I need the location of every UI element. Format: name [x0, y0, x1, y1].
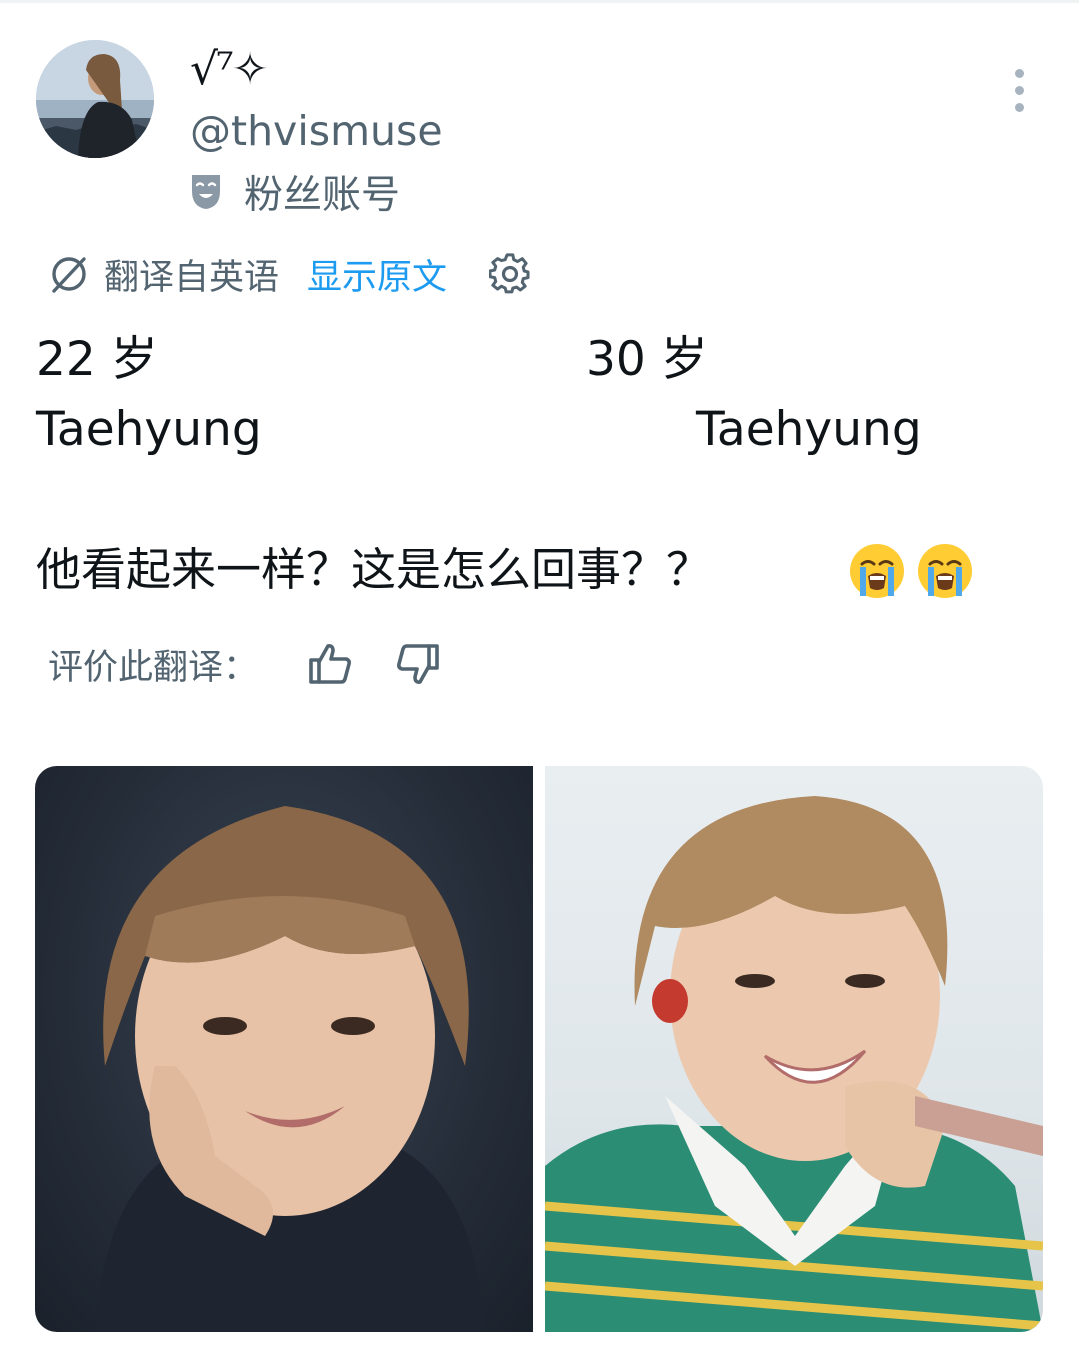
settings-gear-icon[interactable]: [489, 253, 531, 295]
emoji-group: [846, 540, 976, 602]
translated-from-label: 翻译自英语: [104, 257, 280, 298]
tweet-photo-left[interactable]: [35, 766, 533, 1332]
more-options-icon[interactable]: [998, 62, 1040, 118]
author-avatar[interactable]: [36, 40, 154, 158]
tweet-text-name-left: Taehyung: [36, 402, 262, 457]
loudly-crying-face-icon: [850, 544, 904, 598]
thumbs-down-icon[interactable]: [396, 642, 440, 686]
top-divider: [0, 0, 1079, 3]
tweet-text-age-right: 30 岁: [586, 332, 708, 387]
fan-account-badge: 粉丝账号: [190, 166, 400, 218]
tweet-text-question: 他看起来一样？这是怎么回事？？: [36, 543, 712, 596]
tweet-text-name-right: Taehyung: [696, 402, 922, 457]
author-handle[interactable]: @thvismuse: [190, 105, 443, 157]
translate-icon: [52, 257, 86, 293]
tweet-detail: √⁷✧ @thvismuse 粉丝账号 翻译自英语 显示原文 22 岁 30 岁…: [0, 0, 1079, 1360]
rate-translation-row: 评价此翻译：: [48, 636, 440, 692]
tweet-photo-right[interactable]: [545, 766, 1043, 1332]
translation-bar: 翻译自英语 显示原文: [48, 246, 531, 302]
fan-account-label: 粉丝账号: [244, 173, 401, 218]
show-original-link[interactable]: 显示原文: [307, 249, 447, 300]
tweet-text-age-left: 22 岁: [36, 332, 158, 387]
rate-translation-label: 评价此翻译：: [48, 647, 259, 688]
fan-account-mask-icon: [192, 175, 220, 209]
thumbs-up-icon[interactable]: [308, 642, 352, 686]
author-display-name[interactable]: √⁷✧: [190, 42, 269, 98]
loudly-crying-face-icon: [918, 544, 972, 598]
